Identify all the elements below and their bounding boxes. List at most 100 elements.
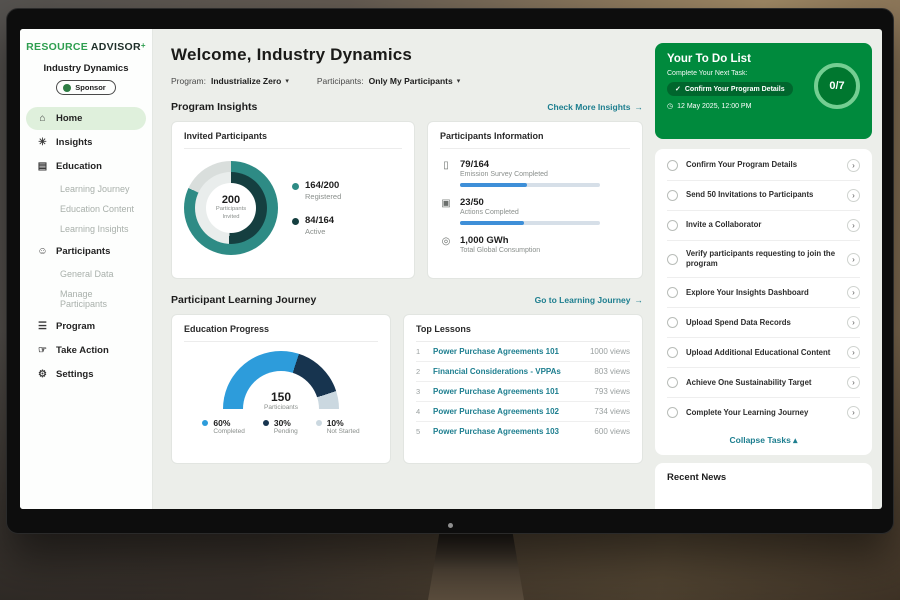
task-checkbox[interactable] xyxy=(667,190,678,201)
task-row[interactable]: Achieve One Sustainability Target › xyxy=(667,368,860,398)
sidebar-item-education-content[interactable]: Education Content xyxy=(26,199,146,219)
program-insights-title: Program Insights xyxy=(171,101,257,113)
task-row[interactable]: Complete Your Learning Journey › xyxy=(667,398,860,427)
completed-label: Completed xyxy=(213,428,244,435)
sidebar-item-settings[interactable]: ⚙ Settings xyxy=(26,363,146,386)
task-checkbox[interactable] xyxy=(667,347,678,358)
location-icon: ◎ xyxy=(440,236,452,247)
lesson-link[interactable]: Power Purchase Agreements 102 xyxy=(433,407,586,416)
legend-not-started: 10% Not Started xyxy=(316,418,360,435)
next-task-label: Confirm Your Program Details xyxy=(685,86,785,93)
pending-label: Pending xyxy=(274,428,298,435)
sidebar-item-manage-participants[interactable]: Manage Participants xyxy=(26,284,146,314)
invited-center-label: Participants Invited xyxy=(211,206,251,221)
go-to-learning-journey-link[interactable]: Go to Learning Journey → xyxy=(535,295,643,305)
task-checkbox[interactable] xyxy=(667,220,678,231)
take-action-icon: ☞ xyxy=(36,345,49,356)
lesson-link[interactable]: Power Purchase Agreements 103 xyxy=(433,427,586,436)
sidebar-item-program[interactable]: ☰ Program xyxy=(26,315,146,338)
todo-summary-card: Your To Do List Complete Your Next Task:… xyxy=(655,43,872,139)
task-checkbox[interactable] xyxy=(667,317,678,328)
check-icon: ✓ xyxy=(675,85,681,93)
invited-donut-chart: 200 Participants Invited xyxy=(184,161,278,255)
task-row[interactable]: Send 50 Invitations to Participants › xyxy=(667,181,860,211)
app-logo: RESOURCE ADVISOR+ xyxy=(20,41,152,53)
active-label: Active xyxy=(305,227,334,236)
lesson-link[interactable]: Financial Considerations - VPPAs xyxy=(433,367,586,376)
sidebar-item-label: Take Action xyxy=(56,345,109,356)
chevron-right-icon[interactable]: › xyxy=(847,286,860,299)
home-icon: ⌂ xyxy=(36,113,49,124)
task-row[interactable]: Confirm Your Program Details › xyxy=(667,151,860,181)
chevron-right-icon[interactable]: › xyxy=(847,316,860,329)
program-filter[interactable]: Program: Industrialize Zero ▾ xyxy=(171,76,289,86)
logo-text-advisor: ADVISOR xyxy=(91,41,141,53)
education-icon: ▤ xyxy=(36,161,49,172)
sidebar-item-learning-insights[interactable]: Learning Insights xyxy=(26,219,146,239)
participants-filter[interactable]: Participants: Only My Participants ▾ xyxy=(317,76,460,86)
collapse-tasks-link[interactable]: Collapse Tasks ▴ xyxy=(667,427,860,451)
task-checkbox[interactable] xyxy=(667,287,678,298)
sidebar-item-label: Home xyxy=(56,113,82,124)
task-row[interactable]: Explore Your Insights Dashboard › xyxy=(667,278,860,308)
chevron-up-icon: ▴ xyxy=(793,435,797,445)
lesson-link[interactable]: Power Purchase Agreements 101 xyxy=(433,347,582,356)
sidebar-item-education[interactable]: ▤ Education xyxy=(26,155,146,178)
lesson-row: 4 Power Purchase Agreements 102 734 view… xyxy=(416,402,630,422)
lesson-views: 803 views xyxy=(594,367,630,376)
task-row[interactable]: Upload Additional Educational Content › xyxy=(667,338,860,368)
actions-value: 23/50 xyxy=(460,197,600,208)
task-checkbox[interactable] xyxy=(667,407,678,418)
arrow-right-icon: → xyxy=(635,295,644,305)
task-row[interactable]: Invite a Collaborator › xyxy=(667,211,860,241)
device-icon: ▯ xyxy=(440,160,452,171)
emission-value: 79/164 xyxy=(460,159,600,170)
dashboard-screen: RESOURCE ADVISOR+ Industry Dynamics Spon… xyxy=(20,29,882,509)
lesson-row: 2 Financial Considerations - VPPAs 803 v… xyxy=(416,362,630,382)
clock-icon: ◷ xyxy=(667,102,673,110)
sponsor-badge[interactable]: Sponsor xyxy=(56,80,115,95)
chevron-down-icon: ▾ xyxy=(285,77,289,85)
lesson-rank: 4 xyxy=(416,407,425,416)
sidebar-item-label: Settings xyxy=(56,369,93,380)
sidebar-item-insights[interactable]: ✳ Insights xyxy=(26,131,146,154)
chevron-right-icon[interactable]: › xyxy=(847,219,860,232)
info-row-consumption: ◎ 1,000 GWh Total Global Consumption xyxy=(440,235,630,254)
sidebar-item-general-data[interactable]: General Data xyxy=(26,264,146,284)
task-label: Achieve One Sustainability Target xyxy=(686,378,839,388)
chevron-right-icon[interactable]: › xyxy=(847,346,860,359)
registered-value: 164/200 xyxy=(305,180,341,191)
sidebar-item-participants[interactable]: ☺ Participants xyxy=(26,240,146,263)
actions-label: Actions Completed xyxy=(460,209,600,216)
invited-participants-card: Invited Participants 200 Participants In… xyxy=(171,121,415,279)
check-more-insights-link[interactable]: Check More Insights → xyxy=(547,102,643,112)
sidebar-item-take-action[interactable]: ☞ Take Action xyxy=(26,339,146,362)
task-checkbox[interactable] xyxy=(667,254,678,265)
logo-plus: + xyxy=(141,41,146,50)
sponsor-badge-label: Sponsor xyxy=(75,83,105,92)
task-row[interactable]: Verify participants requesting to join t… xyxy=(667,241,860,278)
not-started-label: Not Started xyxy=(327,428,360,435)
go-to-learning-journey-label: Go to Learning Journey xyxy=(535,295,631,305)
chevron-right-icon[interactable]: › xyxy=(847,406,860,419)
task-checkbox[interactable] xyxy=(667,160,678,171)
completed-value: 60% xyxy=(213,418,244,428)
lesson-rank: 1 xyxy=(416,347,425,356)
sidebar-item-label: Education xyxy=(56,161,102,172)
info-row-actions: ▣ 23/50 Actions Completed xyxy=(440,197,630,225)
lesson-row: 5 Power Purchase Agreements 103 600 view… xyxy=(416,422,630,441)
sidebar-item-home[interactable]: ⌂ Home xyxy=(26,107,146,130)
task-row[interactable]: Upload Spend Data Records › xyxy=(667,308,860,338)
chevron-right-icon[interactable]: › xyxy=(847,376,860,389)
chevron-right-icon[interactable]: › xyxy=(847,189,860,202)
invited-card-title: Invited Participants xyxy=(184,131,402,149)
chevron-right-icon[interactable]: › xyxy=(847,159,860,172)
lesson-rank: 5 xyxy=(416,427,425,436)
task-checkbox[interactable] xyxy=(667,377,678,388)
chevron-right-icon[interactable]: › xyxy=(847,253,860,266)
sidebar-item-learning-journey[interactable]: Learning Journey xyxy=(26,179,146,199)
lesson-views: 1000 views xyxy=(590,347,630,356)
participants-information-card: Participants Information ▯ 79/164 Emissi… xyxy=(427,121,643,279)
next-task-pill[interactable]: ✓ Confirm Your Program Details xyxy=(667,82,793,96)
lesson-link[interactable]: Power Purchase Agreements 101 xyxy=(433,387,586,396)
